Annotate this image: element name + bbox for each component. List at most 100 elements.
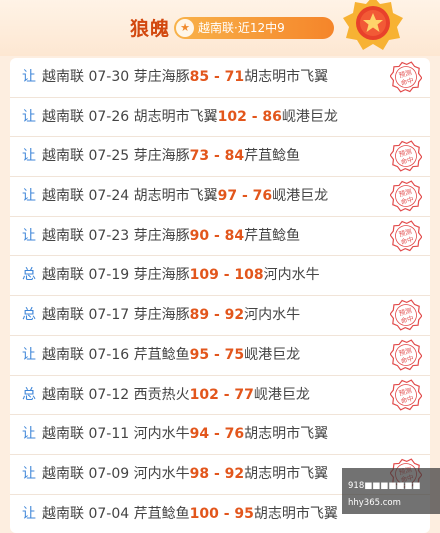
match-info: 越南联 07-16 芹苴鲶鱼95 - 75岘港巨龙 <box>42 336 300 375</box>
match-info: 越南联 07-19 芽庄海豚109 - 108河内水牛 <box>42 256 320 295</box>
bet-type-tag: 总 <box>22 307 36 324</box>
home-score: 90 <box>189 227 210 244</box>
match-info: 越南联 07-25 芽庄海豚73 - 84芹苴鲶鱼 <box>42 137 300 176</box>
away-score: 86 <box>262 108 282 125</box>
bet-type-tag: 让 <box>22 188 36 205</box>
score-separator: - <box>237 188 253 205</box>
match-row[interactable]: 让越南联 07-24 胡志明市飞翼97 - 76岘港巨龙 预测 命中 <box>10 177 430 217</box>
badge-text: 越南联·近12中9 <box>198 21 285 35</box>
away-score: 77 <box>234 386 254 403</box>
score-separator: - <box>209 69 225 85</box>
league: 越南联 <box>42 148 84 165</box>
away-score: 76 <box>252 188 273 205</box>
score-separator: - <box>218 505 235 522</box>
away-score: 75 <box>224 346 245 363</box>
away-team: 芹苴鲶鱼 <box>244 227 301 244</box>
match-date: 07-24 <box>88 188 130 205</box>
match-info: 越南联 07-26 胡志明市飞翼102 - 86岘港巨龙 <box>42 98 338 137</box>
league: 越南联 <box>42 346 84 363</box>
match-date: 07-11 <box>88 426 130 443</box>
prediction-hit-stamp-icon: 预测命中 <box>390 220 422 252</box>
home-team: 胡志明市飞翼 <box>133 108 218 125</box>
prediction-hit-stamp-icon: 预测命中 <box>390 61 422 93</box>
score-separator: - <box>209 426 225 443</box>
match-row[interactable]: 总越南联 07-12 西贡热火102 - 77岘港巨龙 预测 命中 <box>10 376 430 416</box>
away-team: 胡志明市飞翼 <box>253 505 338 522</box>
home-score: 94 <box>189 426 210 443</box>
league: 越南联 <box>42 386 84 403</box>
match-date: 07-12 <box>88 386 130 403</box>
match-row[interactable]: 让越南联 07-23 芽庄海豚90 - 84芹苴鲶鱼 预测 命中 <box>10 217 430 257</box>
bet-type-tag: 让 <box>22 227 36 244</box>
match-date: 07-09 <box>88 465 130 482</box>
league: 越南联 <box>42 307 84 324</box>
away-team: 胡志明市飞翼 <box>244 69 329 85</box>
match-row[interactable]: 总越南联 07-17 芽庄海豚89 - 92河内水牛 预测 命中 <box>10 296 430 336</box>
match-row[interactable]: 总越南联 07-19 芽庄海豚109 - 108河内水牛 <box>10 256 430 297</box>
prediction-hit-stamp-icon: 预测命中 <box>390 339 422 371</box>
match-info: 越南联 07-23 芽庄海豚90 - 84芹苴鲶鱼 <box>42 217 300 256</box>
home-team: 西贡热火 <box>133 386 190 403</box>
away-score: 95 <box>234 505 254 522</box>
match-date: 07-19 <box>88 267 130 284</box>
away-team: 岘港巨龙 <box>272 188 329 205</box>
match-info: 越南联 07-11 河内水牛94 - 76胡志明市飞翼 <box>42 415 328 454</box>
prediction-hit-stamp-icon: 预测命中 <box>390 299 422 331</box>
match-info: 越南联 07-04 芹苴鲶鱼100 - 95胡志明市飞翼 <box>42 495 338 533</box>
match-row[interactable]: 让越南联 07-25 芽庄海豚73 - 84芹苴鲶鱼 预测 命中 <box>10 137 430 178</box>
home-score: 98 <box>189 465 210 482</box>
home-team: 芽庄海豚 <box>133 69 190 85</box>
bet-type-tag: 让 <box>22 69 36 85</box>
prediction-hit-stamp-icon: 预测命中 <box>390 140 422 173</box>
home-score: 109 <box>189 267 219 284</box>
home-score: 102 <box>217 108 247 125</box>
bet-type-tag: 总 <box>22 386 36 403</box>
match-date: 07-26 <box>88 108 130 125</box>
score-separator: - <box>209 465 225 482</box>
league: 越南联 <box>42 465 84 482</box>
match-date: 07-04 <box>88 505 130 522</box>
match-info: 越南联 07-24 胡志明市飞翼97 - 76岘港巨龙 <box>42 177 328 216</box>
match-row[interactable]: 让越南联 07-16 芹苴鲶鱼95 - 75岘港巨龙 预测 命中 <box>10 336 430 376</box>
home-score: 89 <box>189 307 210 324</box>
league: 越南联 <box>42 188 84 205</box>
score-separator: - <box>209 307 225 324</box>
record-badge[interactable]: ★ 越南联·近12中9 <box>174 17 334 39</box>
star-medal-icon <box>343 0 403 50</box>
away-team: 胡志明市飞翼 <box>244 465 329 482</box>
home-score: 97 <box>217 188 238 205</box>
match-row[interactable]: 让越南联 07-26 胡志明市飞翼102 - 86岘港巨龙 <box>10 98 430 138</box>
away-score: 71 <box>224 69 245 85</box>
away-team: 岘港巨龙 <box>253 386 310 403</box>
match-date: 07-30 <box>88 69 130 85</box>
away-team: 河内水牛 <box>244 307 301 324</box>
prediction-hit-stamp-icon: 预测命中 <box>390 180 422 212</box>
home-team: 河内水牛 <box>133 465 190 482</box>
home-team: 芽庄海豚 <box>133 227 190 244</box>
home-score: 73 <box>189 148 210 165</box>
match-info: 越南联 07-12 西贡热火102 - 77岘港巨龙 <box>42 376 310 415</box>
star-icon: ★ <box>176 19 194 37</box>
home-team: 芽庄海豚 <box>133 267 190 284</box>
away-score: 92 <box>224 307 245 324</box>
score-separator: - <box>209 148 225 165</box>
score-separator: - <box>218 386 235 403</box>
away-team: 岘港巨龙 <box>281 108 338 125</box>
match-date: 07-23 <box>88 227 130 244</box>
score-separator: - <box>246 108 263 125</box>
site-watermark: 918■■■■■■■ hhy365.com <box>342 468 440 514</box>
away-team: 河内水牛 <box>263 267 320 284</box>
home-team: 芹苴鲶鱼 <box>133 505 190 522</box>
match-row[interactable]: 让越南联 07-30 芽庄海豚85 - 71胡志明市飞翼 预测 命中 <box>10 58 430 98</box>
league: 越南联 <box>42 108 84 125</box>
match-date: 07-17 <box>88 307 130 324</box>
score-separator: - <box>209 227 225 244</box>
bet-type-tag: 让 <box>22 346 36 363</box>
bet-type-tag: 让 <box>22 108 36 125</box>
prediction-hit-stamp-icon: 预测命中 <box>390 378 422 411</box>
match-row[interactable]: 让越南联 07-11 河内水牛94 - 76胡志明市飞翼 <box>10 415 430 455</box>
away-team: 岘港巨龙 <box>244 346 301 363</box>
bet-type-tag: 让 <box>22 426 36 443</box>
away-score: 76 <box>224 426 245 443</box>
match-info: 越南联 07-30 芽庄海豚85 - 71胡志明市飞翼 <box>42 58 328 97</box>
